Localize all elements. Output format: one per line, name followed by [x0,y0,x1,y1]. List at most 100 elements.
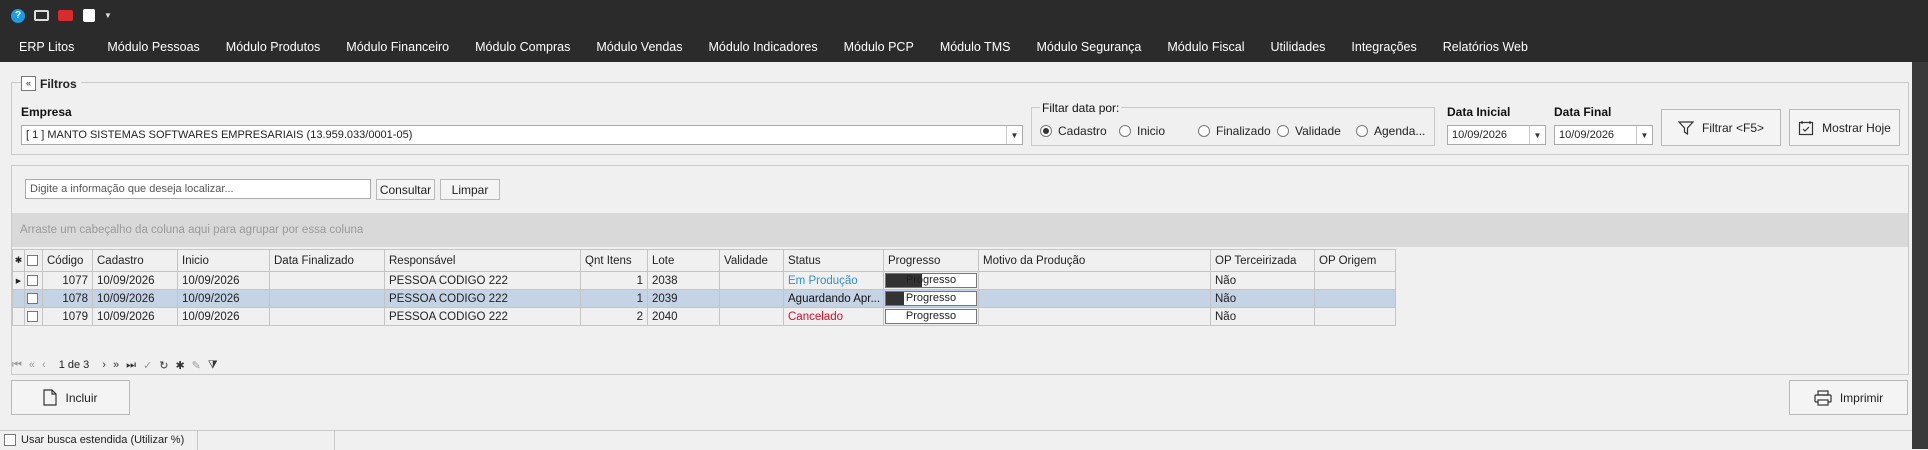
filtrar-button[interactable]: Filtrar <F5> [1661,109,1781,146]
cell-progresso-text[interactable]: Progresso [883,307,979,326]
cell-qnt[interactable]: 1 [580,271,648,290]
cell-motivo[interactable] [978,289,1211,308]
menu-item[interactable]: ERP Litos [6,32,94,62]
consultar-button[interactable]: Consultar [376,179,435,200]
cell-validade[interactable] [719,307,784,326]
imprimir-button[interactable]: Imprimir [1789,380,1908,415]
col-status[interactable]: Status [783,249,884,272]
empresa-select[interactable]: [ 1 ] MANTO SISTEMAS SOFTWARES EMPRESARI… [21,125,1023,145]
add-row-icon[interactable]: ✱ [175,359,184,372]
col-validade[interactable]: Validade [719,249,784,272]
chevron-down-icon[interactable]: ▼ [1006,126,1022,144]
menu-item[interactable]: Relatórios Web [1430,32,1541,62]
prev-page-group-icon[interactable]: « [29,359,35,371]
cell-codigo[interactable]: 1078 [42,289,93,308]
menu-item[interactable]: Módulo Segurança [1023,32,1154,62]
col-responsavel[interactable]: Responsável [384,249,581,272]
checkbox[interactable] [4,434,16,446]
chevron-down-icon[interactable]: ▼ [1529,126,1545,144]
radio-inicio[interactable]: Inicio [1119,124,1165,138]
cell-op-origem[interactable] [1314,307,1396,326]
cell-lote[interactable]: 2040 [647,307,720,326]
table-row[interactable]: 1079 10/09/2026 10/09/2026 PESSOA CODIGO 22… [12,307,1396,326]
cell-op-terc[interactable]: Não [1210,271,1315,290]
checkbox[interactable] [27,292,38,304]
col-cadastro[interactable]: Cadastro [92,249,178,272]
video-icon[interactable] [58,10,73,21]
cell-progresso-text[interactable]: Progresso [883,271,979,290]
first-page-icon[interactable]: ⏮ [12,359,22,372]
incluir-button[interactable]: Incluir [11,380,130,415]
menu-item[interactable]: Módulo Pessoas [94,32,212,62]
cell-validade[interactable] [719,289,784,308]
cell-codigo[interactable]: 1079 [42,307,93,326]
table-row[interactable]: 1078 10/09/2026 10/09/2026 PESSOA CODIGO 22… [12,289,1396,308]
cell-data-finalizado[interactable] [269,271,385,290]
data-final-field[interactable]: 10/09/2026 ▼ [1554,125,1653,145]
cell-qnt[interactable]: 2 [580,307,648,326]
cell-progresso-text[interactable]: Progresso [883,289,979,308]
cell-lote[interactable]: 2038 [647,271,720,290]
cell-inicio[interactable]: 10/09/2026 [177,307,270,326]
cell-op-origem[interactable] [1314,289,1396,308]
cell-inicio[interactable]: 10/09/2026 [177,289,270,308]
cell-responsavel[interactable]: PESSOA CODIGO 222 [384,289,581,308]
col-lote[interactable]: Lote [647,249,720,272]
mostrar-hoje-button[interactable]: Mostrar Hoje [1789,109,1900,146]
row-select[interactable] [24,307,43,326]
col-qnt-itens[interactable]: Qnt Itens [580,249,648,272]
cell-qnt[interactable]: 1 [580,289,648,308]
cell-inicio[interactable]: 10/09/2026 [177,271,270,290]
cell-data-finalizado[interactable] [269,307,385,326]
menu-item[interactable]: Módulo TMS [927,32,1024,62]
col-op-terceirizada[interactable]: OP Terceirizada [1210,249,1315,272]
menu-item[interactable]: Integrações [1338,32,1429,62]
cell-responsavel[interactable]: PESSOA CODIGO 222 [384,271,581,290]
confirm-icon[interactable]: ✓ [143,359,152,372]
row-select[interactable] [24,271,43,290]
menu-item[interactable]: Módulo Produtos [213,32,334,62]
menu-item[interactable]: Módulo Indicadores [696,32,831,62]
monitor-icon[interactable] [34,10,49,21]
cell-cadastro[interactable]: 10/09/2026 [92,271,178,290]
cell-status[interactable]: Em Produção [783,271,884,290]
col-codigo[interactable]: Código [42,249,93,272]
table-row[interactable]: ▶ 1077 10/09/2026 10/09/2026 PESSOA CODIGO 2… [12,271,1396,290]
cell-op-terc[interactable]: Não [1210,307,1315,326]
edit-row-icon[interactable]: ✎ [192,359,201,372]
cell-codigo[interactable]: 1077 [42,271,93,290]
search-input[interactable]: Digite a informação que deseja localizar… [25,179,371,199]
menu-item[interactable]: Módulo Fiscal [1154,32,1257,62]
group-by-panel[interactable]: Arraste um cabeçalho da coluna aqui para… [12,213,1908,247]
menu-item[interactable]: Módulo PCP [831,32,927,62]
refresh-icon[interactable]: ↻ [159,359,168,372]
header-select-all[interactable] [24,249,43,272]
cell-status[interactable]: Aguardando Apr... [783,289,884,308]
row-select[interactable] [24,289,43,308]
last-page-icon[interactable]: ⏭ [126,359,136,372]
cell-cadastro[interactable]: 10/09/2026 [92,289,178,308]
chevron-down-icon[interactable]: ▼ [1636,126,1652,144]
next-page-icon[interactable]: › [102,359,106,371]
cell-motivo[interactable] [978,271,1211,290]
col-data-finalizado[interactable]: Data Finalizado [269,249,385,272]
radio-agenda[interactable]: Agenda... [1356,124,1425,138]
menu-item[interactable]: Utilidades [1258,32,1339,62]
checkbox[interactable] [27,310,38,322]
menu-item[interactable]: Módulo Vendas [583,32,695,62]
filter-icon[interactable]: ⧩ [208,359,218,372]
radio-finalizado[interactable]: Finalizado [1198,124,1271,138]
clipboard-icon[interactable] [83,9,95,22]
next-page-group-icon[interactable]: » [113,359,119,371]
col-inicio[interactable]: Inicio [177,249,270,272]
cell-validade[interactable] [719,271,784,290]
radio-validade[interactable]: Validade [1277,124,1341,138]
radio-cadastro[interactable]: Cadastro [1040,124,1107,138]
dropdown-icon[interactable]: ▼ [104,9,118,23]
cell-op-origem[interactable] [1314,271,1396,290]
checkbox[interactable] [27,254,38,266]
limpar-button[interactable]: Limpar [440,179,500,200]
cell-motivo[interactable] [978,307,1211,326]
cell-op-terc[interactable]: Não [1210,289,1315,308]
cell-responsavel[interactable]: PESSOA CODIGO 222 [384,307,581,326]
